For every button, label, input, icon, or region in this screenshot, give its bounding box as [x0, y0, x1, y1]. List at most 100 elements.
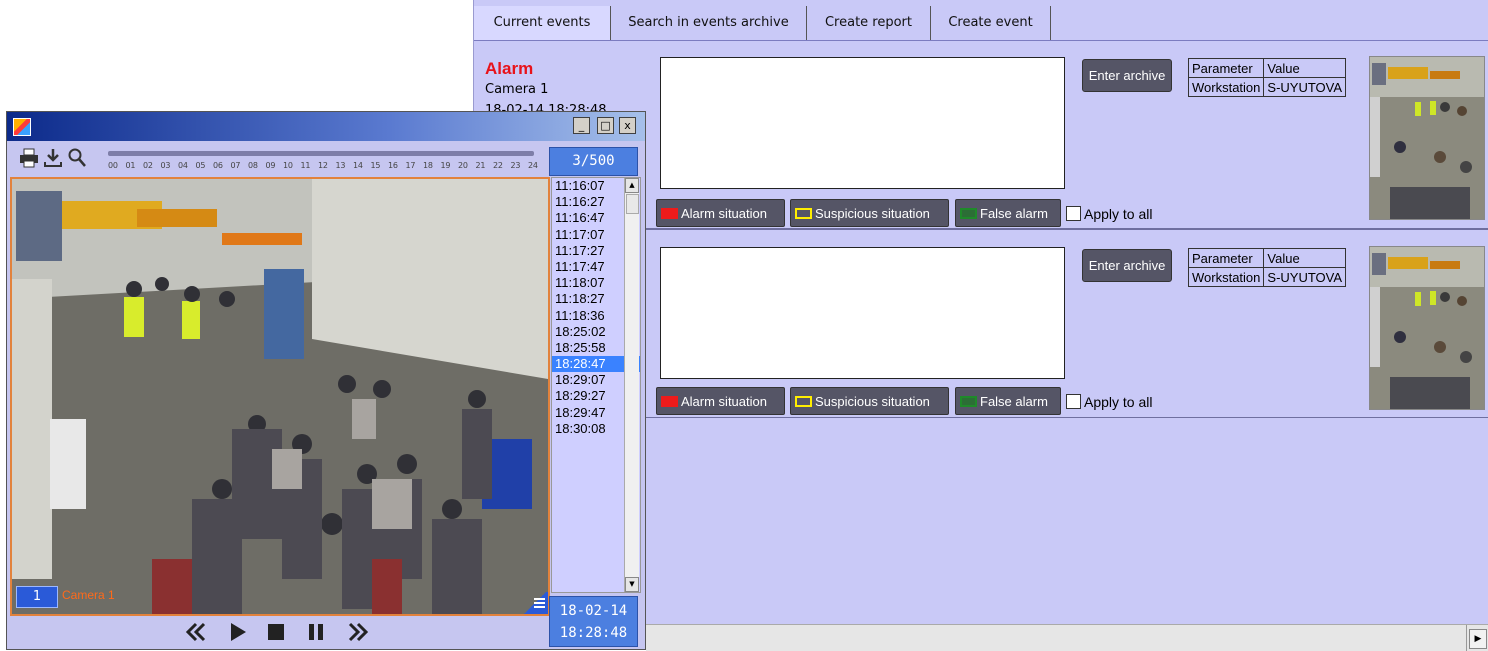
current-datetime: 18-02-14 18:28:48 [549, 596, 638, 647]
timeline-tick: 02 [143, 161, 153, 170]
video-frame[interactable]: 1 Camera 1 [10, 177, 550, 616]
scroll-down-icon[interactable]: ▼ [625, 577, 639, 592]
zoom-icon[interactable] [67, 147, 87, 169]
tab-strip: Current events Search in events archive … [474, 6, 1488, 41]
timeline-tick: 12 [318, 161, 328, 170]
frame-counter: 3/500 [549, 147, 638, 176]
suspicious-situation-button[interactable]: Suspicious situation [790, 199, 949, 227]
timeline-tick: 15 [370, 161, 381, 170]
parameter-table: Parameter Value Workstation S-UYUTOVA [1187, 248, 1347, 287]
false-alarm-button[interactable]: False alarm [955, 199, 1061, 227]
tab-current-events[interactable]: Current events [474, 6, 611, 40]
timeline-track[interactable] [108, 151, 534, 156]
event-thumbnail[interactable] [1369, 246, 1485, 410]
timeline-tick: 08 [248, 161, 258, 170]
alarm-color-icon [661, 396, 678, 407]
menu-icon[interactable] [522, 592, 548, 614]
enter-archive-button[interactable]: Enter archive [1082, 59, 1172, 92]
timeline-tick: 19 [440, 161, 451, 170]
timeline-tick: 24 [528, 161, 538, 170]
timeline-tick: 03 [160, 161, 171, 170]
param-header: Parameter [1187, 58, 1265, 78]
apply-to-all-checkbox[interactable]: Apply to all [1066, 206, 1152, 222]
timeline-tick: 13 [335, 161, 346, 170]
timeline-tick: 23 [510, 161, 521, 170]
scrollbar-divider [1466, 625, 1467, 651]
maximize-button[interactable]: □ [597, 117, 614, 134]
enter-archive-button[interactable]: Enter archive [1082, 249, 1172, 282]
param-name: Workstation [1187, 267, 1265, 287]
event-type: Alarm [485, 59, 534, 78]
alarm-situation-button[interactable]: Alarm situation [656, 199, 785, 227]
timeline-tick: 00 [108, 161, 118, 170]
alarm-color-icon [661, 208, 678, 219]
checkbox-icon [1066, 206, 1081, 221]
false-alarm-button[interactable]: False alarm [955, 387, 1061, 415]
timeline-tick: 01 [125, 161, 136, 170]
print-icon[interactable] [19, 147, 39, 169]
camera-image [12, 179, 548, 614]
horizontal-scrollbar[interactable]: ▶ [646, 624, 1488, 651]
suspicious-situation-button[interactable]: Suspicious situation [790, 387, 949, 415]
minimize-button[interactable]: _ [573, 117, 590, 134]
param-value: S-UYUTOVA [1263, 267, 1347, 287]
timeline-tick: 06 [213, 161, 223, 170]
parameter-table: Parameter Value Workstation S-UYUTOVA [1187, 58, 1347, 97]
param-value: S-UYUTOVA [1263, 77, 1347, 97]
suspicious-color-icon [795, 396, 812, 407]
close-button[interactable]: x [619, 117, 636, 134]
timeline-tick: 20 [458, 161, 468, 170]
param-header: Parameter [1187, 248, 1265, 268]
timeline-tick: 09 [265, 161, 276, 170]
times-scrollbar[interactable]: ▲ ▼ [624, 178, 639, 592]
video-toolbar: 00 01 02 03 04 05 06 07 08 09 10 11 12 1… [7, 141, 645, 177]
timeline-ticks: 00 01 02 03 04 05 06 07 08 09 10 11 12 1… [108, 161, 538, 173]
app-icon [13, 118, 31, 136]
apply-to-all-label: Apply to all [1084, 206, 1153, 222]
apply-to-all-checkbox[interactable]: Apply to all [1066, 394, 1152, 410]
camera-name-label: Camera 1 [62, 588, 115, 602]
tab-create-event[interactable]: Create event [931, 6, 1051, 40]
timeline-tick: 10 [283, 161, 293, 170]
pause-icon[interactable] [303, 620, 329, 644]
value-header: Value [1263, 248, 1347, 268]
suspicious-situation-label: Suspicious situation [815, 206, 930, 221]
event-thumbnail[interactable] [1369, 56, 1485, 220]
timeline-tick: 22 [493, 161, 503, 170]
apply-to-all-label: Apply to all [1084, 394, 1153, 410]
camera-number-badge[interactable]: 1 [16, 586, 58, 608]
false-alarm-label: False alarm [980, 394, 1048, 409]
timeline-tick: 16 [388, 161, 398, 170]
thumbnail-image [1370, 247, 1484, 409]
false-alarm-color-icon [960, 208, 977, 219]
stop-icon[interactable] [263, 620, 289, 644]
timeline-slider[interactable]: 00 01 02 03 04 05 06 07 08 09 10 11 12 1… [108, 149, 538, 175]
thumbnail-image [1370, 57, 1484, 219]
comment-textarea[interactable] [660, 247, 1065, 379]
video-window: _ □ x 00 01 02 03 04 05 06 07 08 09 10 1… [6, 111, 646, 650]
window-titlebar[interactable]: _ □ x [7, 112, 645, 141]
scroll-thumb[interactable] [626, 194, 639, 214]
timeline-tick: 18 [423, 161, 433, 170]
comment-textarea[interactable] [660, 57, 1065, 189]
alarm-situation-label: Alarm situation [681, 394, 767, 409]
scroll-up-icon[interactable]: ▲ [625, 178, 639, 193]
param-name: Workstation [1187, 77, 1265, 97]
timeline-tick: 17 [405, 161, 416, 170]
play-icon[interactable] [225, 620, 251, 644]
false-alarm-label: False alarm [980, 206, 1048, 221]
event-times-list[interactable]: 11:16:07 11:16:27 11:16:47 11:17:07 11:1… [551, 177, 641, 593]
false-alarm-color-icon [960, 396, 977, 407]
scroll-right-icon[interactable]: ▶ [1469, 629, 1487, 649]
menu-lines [534, 598, 545, 608]
current-time: 18:28:48 [559, 625, 628, 641]
alarm-situation-button[interactable]: Alarm situation [656, 387, 785, 415]
timeline-tick: 05 [195, 161, 206, 170]
tab-search-archive[interactable]: Search in events archive [611, 6, 807, 40]
download-icon[interactable] [43, 147, 63, 169]
alarm-situation-label: Alarm situation [681, 206, 767, 221]
tab-create-report[interactable]: Create report [807, 6, 931, 40]
current-date: 18-02-14 [559, 603, 628, 619]
rewind-icon[interactable] [183, 620, 209, 644]
fast-forward-icon[interactable] [345, 620, 371, 644]
